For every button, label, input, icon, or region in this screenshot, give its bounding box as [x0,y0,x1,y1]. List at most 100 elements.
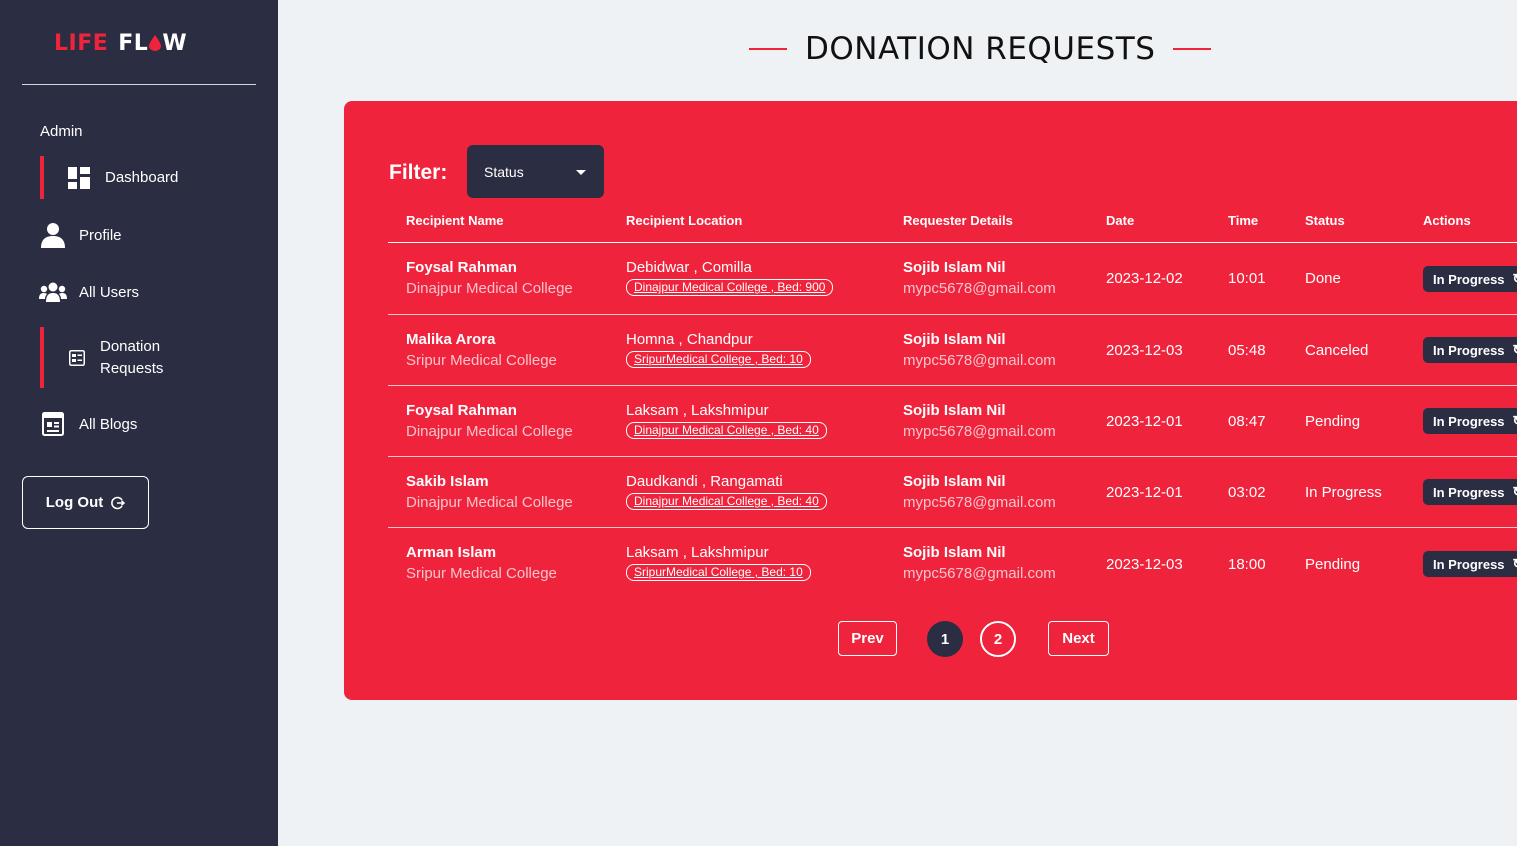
table-row: Foysal Rahman Dinajpur Medical College D… [388,243,1517,315]
request-status: Pending [1305,556,1361,573]
action-label: In Progress [1433,271,1505,287]
recipient-cell: Malika Arora Sripur Medical College [406,331,557,369]
requester-name: Sojib Islam Nil [903,544,1006,561]
table-row: Sakib Islam Dinajpur Medical College Dau… [388,457,1517,528]
donation-requests-card: Filter: Status Recipient Name Recipient … [344,101,1517,700]
sidebar-item-all-blogs[interactable]: All Blogs [40,410,137,438]
request-date: 2023-12-02 [1106,270,1183,287]
recipient-location: Laksam , Lakshmipur [626,402,769,419]
column-header: Recipient Location [626,213,743,228]
action-label: In Progress [1433,556,1505,572]
requester-cell: Sojib Islam Nil mypc5678@gmail.com [903,544,1056,582]
active-indicator [40,327,44,388]
recipient-hospital: Dinajpur Medical College [406,494,573,511]
request-date: 2023-12-03 [1106,342,1183,359]
recipient-location: Daudkandi , Rangamati [626,473,783,490]
requester-email: mypc5678@gmail.com [903,352,1056,369]
requester-email: mypc5678@gmail.com [903,565,1056,582]
requester-email: mypc5678@gmail.com [903,280,1056,297]
sidebar-item-label: Donation [100,337,161,355]
sidebar-item-label: Dashboard [105,169,179,186]
recipient-cell: Foysal Rahman Dinajpur Medical College [406,402,573,440]
action-label: In Progress [1433,413,1505,429]
requester-name: Sojib Islam Nil [903,331,1006,348]
caret-down-icon [576,170,586,175]
logout-button[interactable]: Log Out [22,476,149,529]
sidebar-item-label-wrap: Donation Requests [100,336,163,380]
sidebar-item-profile[interactable]: Profile [40,221,122,249]
column-header: Recipient Name [406,213,504,228]
sidebar-section-admin: Admin [40,123,83,140]
list-icon [64,345,90,371]
next-page-button[interactable]: Next [1048,621,1109,656]
users-icon [38,279,68,305]
bed-badge: Dinajpur Medical College , Bed: 40 [626,422,827,439]
request-time: 03:02 [1228,484,1266,501]
sidebar-item-donation-requests[interactable]: Donation Requests [40,327,163,388]
column-header: Status [1305,213,1345,228]
requester-name: Sojib Islam Nil [903,473,1006,490]
recipient-hospital: Dinajpur Medical College [406,280,573,297]
recipient-cell: Arman Islam Sripur Medical College [406,544,557,582]
recipient-hospital: Sripur Medical College [406,352,557,369]
requester-cell: Sojib Islam Nil mypc5678@gmail.com [903,473,1056,511]
sidebar-item-dashboard[interactable]: Dashboard [40,156,178,199]
table-row: Malika Arora Sripur Medical College Homn… [388,315,1517,386]
sidebar: LIFE FL W Admin Dashboard Profile All Us… [0,0,278,846]
request-date: 2023-12-01 [1106,413,1183,430]
location-cell: Homna , Chandpur SripurMedical College ,… [626,331,811,368]
refresh-icon: ↻ [1513,556,1517,572]
bed-badge: Dinajpur Medical College , Bed: 900 [626,279,834,296]
sidebar-item-label: Profile [79,226,122,244]
sidebar-item-label: All Blogs [79,415,138,433]
refresh-icon: ↻ [1513,342,1517,358]
blog-icon [40,411,66,437]
action-label: In Progress [1433,342,1505,358]
requester-cell: Sojib Islam Nil mypc5678@gmail.com [903,259,1056,297]
recipient-hospital: Sripur Medical College [406,565,557,582]
requester-name: Sojib Islam Nil [903,402,1006,419]
user-icon [40,222,66,248]
request-time: 08:47 [1228,413,1266,430]
page-1-button[interactable]: 1 [927,621,963,657]
status-action-button[interactable]: In Progress ↻ [1423,337,1517,363]
request-date: 2023-12-01 [1106,484,1183,501]
action-label: In Progress [1433,484,1505,500]
column-header: Actions [1423,213,1471,228]
sidebar-item-all-users[interactable]: All Users [38,278,139,306]
status-action-button[interactable]: In Progress ↻ [1423,551,1517,577]
column-header: Time [1228,213,1259,228]
active-indicator [40,156,44,199]
logo-text-w: W [162,30,188,56]
recipient-name: Arman Islam [406,544,497,561]
page-title: DONATION REQUESTS [805,31,1156,67]
recipient-cell: Foysal Rahman Dinajpur Medical College [406,259,573,297]
status-action-button[interactable]: In Progress ↻ [1423,479,1517,505]
recipient-name: Sakib Islam [406,473,489,490]
column-header: Requester Details [903,213,1013,228]
status-action-button[interactable]: In Progress ↻ [1423,266,1517,292]
heading-line-left [749,48,787,50]
logout-icon [111,496,126,509]
request-time: 10:01 [1228,270,1266,287]
request-status: Pending [1305,413,1361,430]
recipient-name: Foysal Rahman [406,259,517,276]
column-header: Date [1106,213,1135,228]
requester-email: mypc5678@gmail.com [903,423,1056,440]
recipient-location: Laksam , Lakshmipur [626,544,769,561]
request-time: 05:48 [1228,342,1266,359]
status-filter-value: Status [484,163,524,180]
request-status: Canceled [1305,342,1369,359]
status-action-button[interactable]: In Progress ↻ [1423,408,1517,434]
page-2-button[interactable]: 2 [980,621,1016,657]
table-header: Recipient Name Recipient Location Reques… [388,209,1517,243]
prev-page-button[interactable]: Prev [838,621,897,656]
status-filter-select[interactable]: Status [467,145,604,198]
recipient-hospital: Dinajpur Medical College [406,423,573,440]
dashboard-icon [66,165,92,191]
table-row: Foysal Rahman Dinajpur Medical College L… [388,386,1517,457]
recipient-cell: Sakib Islam Dinajpur Medical College [406,473,573,511]
sidebar-item-label: All Users [79,283,140,301]
location-cell: Laksam , Lakshmipur SripurMedical Colleg… [626,544,811,581]
lifeflow-logo[interactable]: LIFE FL W [54,30,226,56]
